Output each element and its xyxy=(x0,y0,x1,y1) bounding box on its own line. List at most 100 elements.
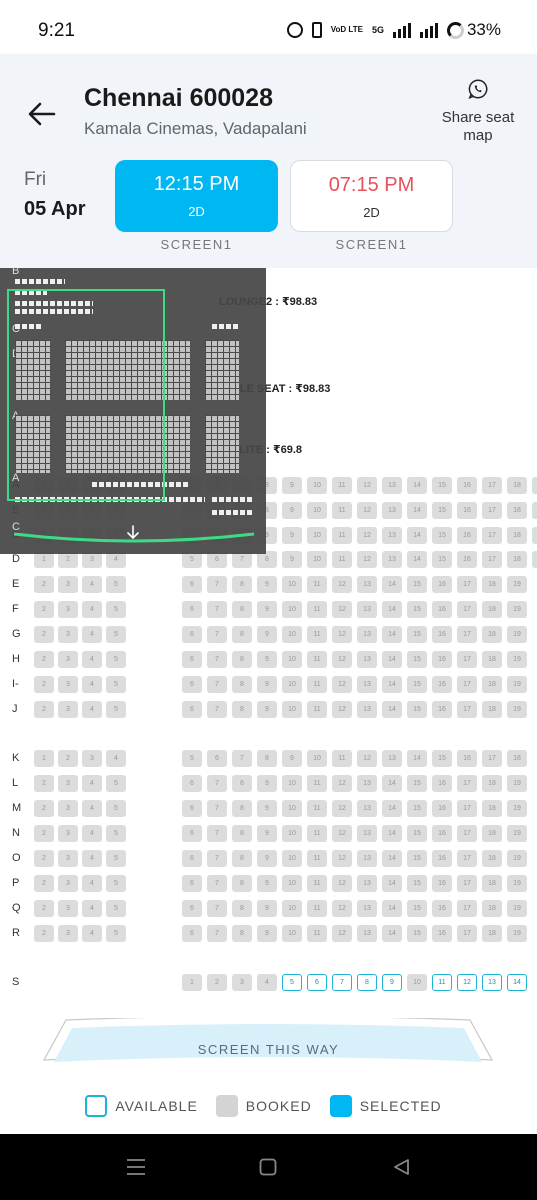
seat[interactable]: 16 xyxy=(432,576,452,593)
seat[interactable]: 9 xyxy=(257,626,277,643)
seat[interactable]: 17 xyxy=(457,850,477,867)
seat[interactable]: 11 xyxy=(307,601,327,618)
seat[interactable]: 13 xyxy=(357,651,377,668)
seat[interactable]: 15 xyxy=(432,527,452,544)
seat[interactable]: 9 xyxy=(282,477,302,494)
seat[interactable]: 12 xyxy=(332,900,352,917)
seat[interactable]: 9 xyxy=(282,551,302,568)
seat[interactable]: 13 xyxy=(357,576,377,593)
seat[interactable]: 2 xyxy=(34,701,54,718)
seat[interactable]: 2 xyxy=(34,925,54,942)
arrow-left-icon[interactable] xyxy=(26,98,58,130)
seat[interactable]: 10 xyxy=(307,750,327,767)
seat[interactable]: 19 xyxy=(507,701,527,718)
seat[interactable]: 10 xyxy=(282,825,302,842)
seat[interactable]: 7 xyxy=(207,850,227,867)
seat[interactable]: 4 xyxy=(257,974,277,991)
seat[interactable]: 15 xyxy=(407,701,427,718)
seat[interactable]: 12 xyxy=(357,551,377,568)
seat[interactable]: 12 xyxy=(332,775,352,792)
seat[interactable]: 3 xyxy=(58,800,78,817)
seat[interactable]: 5 xyxy=(106,875,126,892)
seat[interactable]: 10 xyxy=(282,775,302,792)
seat[interactable]: 13 xyxy=(382,502,402,519)
seat[interactable]: 10 xyxy=(282,925,302,942)
seat[interactable]: 11 xyxy=(307,651,327,668)
seat[interactable]: 9 xyxy=(257,601,277,618)
seat[interactable]: 18 xyxy=(482,850,502,867)
seat[interactable]: 2 xyxy=(34,800,54,817)
seat[interactable]: 12 xyxy=(332,676,352,693)
seat[interactable]: 12 xyxy=(332,925,352,942)
seat[interactable]: 17 xyxy=(457,800,477,817)
seat[interactable]: 4 xyxy=(82,676,102,693)
showtime-button-1[interactable]: 12:15 PM 2D xyxy=(115,160,278,232)
seat[interactable]: 13 xyxy=(357,900,377,917)
seat[interactable]: 11 xyxy=(307,775,327,792)
seat[interactable]: 17 xyxy=(482,527,502,544)
seat[interactable]: 13 xyxy=(357,875,377,892)
seat[interactable]: 18 xyxy=(507,477,527,494)
seat[interactable]: 19 xyxy=(507,850,527,867)
seat[interactable]: 18 xyxy=(482,576,502,593)
seat[interactable]: 11 xyxy=(307,626,327,643)
seat[interactable]: 19 xyxy=(532,502,537,519)
seat[interactable]: 8 xyxy=(232,651,252,668)
seat[interactable]: 3 xyxy=(58,676,78,693)
back-icon[interactable] xyxy=(392,1158,410,1176)
seat[interactable]: 14 xyxy=(382,601,402,618)
seat[interactable]: 12 xyxy=(332,850,352,867)
seat[interactable]: 15 xyxy=(407,601,427,618)
seat[interactable]: 16 xyxy=(457,750,477,767)
seat[interactable]: 8 xyxy=(232,850,252,867)
seat[interactable]: 18 xyxy=(482,626,502,643)
seat[interactable]: 14 xyxy=(407,527,427,544)
seat[interactable]: 7 xyxy=(207,825,227,842)
seat[interactable]: 15 xyxy=(407,925,427,942)
seat[interactable]: 17 xyxy=(482,502,502,519)
seat[interactable]: 3 xyxy=(58,775,78,792)
seat[interactable]: 5 xyxy=(106,775,126,792)
seat[interactable]: 12 xyxy=(357,477,377,494)
seat[interactable]: 7 xyxy=(207,900,227,917)
seat[interactable]: 13 xyxy=(357,701,377,718)
seat[interactable]: 9 xyxy=(382,974,402,991)
share-seat-map-button[interactable]: Share seat map xyxy=(440,78,516,145)
seat[interactable]: 13 xyxy=(357,676,377,693)
seat[interactable]: 18 xyxy=(482,900,502,917)
seat[interactable]: 6 xyxy=(307,974,327,991)
seat[interactable]: 14 xyxy=(382,626,402,643)
seat[interactable]: 7 xyxy=(207,800,227,817)
seat[interactable]: 13 xyxy=(357,775,377,792)
seat[interactable]: 5 xyxy=(106,626,126,643)
seat[interactable]: 12 xyxy=(357,527,377,544)
seat-map[interactable]: LOUNGE2 : ₹98.83 COUPLE SEAT : ₹98.83 EL… xyxy=(0,268,537,1008)
showtime-button-2[interactable]: 07:15 PM 2D xyxy=(290,160,453,232)
seat[interactable]: 10 xyxy=(307,551,327,568)
seat[interactable]: 7 xyxy=(207,651,227,668)
seat[interactable]: 9 xyxy=(282,750,302,767)
seat[interactable]: 4 xyxy=(82,875,102,892)
seat[interactable]: 12 xyxy=(332,701,352,718)
seat[interactable]: 10 xyxy=(282,701,302,718)
seat[interactable]: 6 xyxy=(182,875,202,892)
home-icon[interactable] xyxy=(259,1158,277,1176)
seat[interactable]: 15 xyxy=(407,676,427,693)
seat[interactable]: 16 xyxy=(432,701,452,718)
seat[interactable]: 4 xyxy=(82,701,102,718)
seat[interactable]: 14 xyxy=(407,750,427,767)
seat[interactable]: 18 xyxy=(482,800,502,817)
seat[interactable]: 18 xyxy=(507,527,527,544)
seat[interactable]: 16 xyxy=(457,551,477,568)
seat[interactable]: 19 xyxy=(507,775,527,792)
seat[interactable]: 11 xyxy=(432,974,452,991)
seat[interactable]: 6 xyxy=(182,900,202,917)
seat[interactable]: 17 xyxy=(457,626,477,643)
seat[interactable]: 6 xyxy=(182,925,202,942)
seat[interactable]: 8 xyxy=(232,800,252,817)
seat[interactable]: 1 xyxy=(34,750,54,767)
seat[interactable]: 18 xyxy=(482,676,502,693)
seat[interactable]: 11 xyxy=(332,477,352,494)
seat[interactable]: 17 xyxy=(457,875,477,892)
seat[interactable]: 9 xyxy=(282,502,302,519)
